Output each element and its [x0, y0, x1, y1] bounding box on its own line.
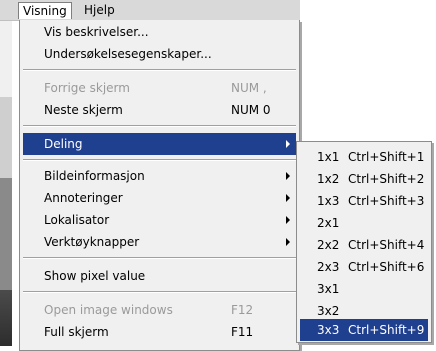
submenu-arrow-icon [286, 194, 290, 202]
layout-shortcut: Ctrl+Shift+1 [348, 150, 425, 164]
menu-item-undersokelsesegenskaper[interactable]: Undersøkelsesegenskaper... [23, 43, 296, 65]
submenu-arrow-icon [286, 140, 290, 148]
menu-bar: Visning Hjelp [0, 0, 300, 21]
layout-code: 3x1 [317, 282, 340, 296]
menu-item-label: Deling [44, 137, 83, 151]
menu-item-annoteringer[interactable]: Annoteringer [23, 187, 296, 209]
submenu-arrow-icon [286, 172, 290, 180]
layout-shortcut: Ctrl+Shift+9 [348, 323, 425, 337]
submenu-item-1x1[interactable]: 1x1 Ctrl+Shift+1 [300, 146, 428, 168]
menu-item-label: Open image windows [44, 303, 173, 317]
menu-item-label: Forrige skjerm [44, 81, 130, 95]
submenu-arrow-icon [286, 238, 290, 246]
menu-separator [23, 159, 296, 161]
menu-item-full-skjerm[interactable]: Full skjerm F11 [23, 321, 296, 343]
menu-separator [23, 291, 296, 293]
menu-item-show-pixel-value[interactable]: Show pixel value [23, 265, 296, 287]
menu-separator [23, 69, 296, 71]
menu-item-open-image-windows[interactable]: Open image windows F12 [23, 299, 296, 321]
layout-shortcut: Ctrl+Shift+6 [348, 260, 425, 274]
menu-item-shortcut: F12 [231, 303, 254, 317]
layout-code: 2x3 [317, 260, 340, 274]
layout-code: 3x3 [317, 323, 340, 337]
menu-item-shortcut: F11 [231, 325, 254, 339]
submenu-item-3x3[interactable]: 3x3 Ctrl+Shift+9 [300, 319, 428, 341]
menu-item-shortcut: NUM , [231, 81, 267, 95]
layout-code: 1x3 [317, 194, 340, 208]
menu-item-label: Undersøkelsesegenskaper... [44, 47, 212, 61]
deling-submenu: 1x1 Ctrl+Shift+1 1x2 Ctrl+Shift+2 1x3 Ct… [296, 141, 432, 343]
submenu-item-2x2[interactable]: 2x2 Ctrl+Shift+4 [300, 234, 428, 256]
visning-dropdown-menu: Vis beskrivelser... Undersøkelsesegenska… [19, 20, 300, 351]
menu-item-bildeinformasjon[interactable]: Bildeinformasjon [23, 165, 296, 187]
menu-item-forrige-skjerm[interactable]: Forrige skjerm NUM , [23, 77, 296, 99]
submenu-item-1x2[interactable]: 1x2 Ctrl+Shift+2 [300, 168, 428, 190]
background-window-left [0, 0, 12, 346]
layout-shortcut: Ctrl+Shift+2 [348, 172, 425, 186]
menu-item-label: Annoteringer [44, 191, 123, 205]
layout-code: 2x2 [317, 238, 340, 252]
submenu-item-1x3[interactable]: 1x3 Ctrl+Shift+3 [300, 190, 428, 212]
menu-item-shortcut: NUM 0 [231, 103, 271, 117]
layout-shortcut: Ctrl+Shift+4 [348, 238, 425, 252]
submenu-item-2x1[interactable]: 2x1 [300, 212, 428, 234]
layout-code: 2x1 [317, 216, 340, 230]
menu-separator [23, 257, 296, 259]
submenu-item-3x1[interactable]: 3x1 [300, 278, 428, 300]
layout-code: 1x2 [317, 172, 340, 186]
submenu-item-2x3[interactable]: 2x3 Ctrl+Shift+6 [300, 256, 428, 278]
menu-item-label: Full skjerm [44, 325, 109, 339]
menu-separator [23, 125, 296, 127]
menu-visning[interactable]: Visning [18, 2, 72, 19]
menu-item-label: Lokalisator [44, 213, 110, 227]
menu-item-label: Neste skjerm [44, 103, 123, 117]
menu-hjelp[interactable]: Hjelp [80, 2, 119, 18]
layout-code: 1x1 [317, 150, 340, 164]
layout-shortcut: Ctrl+Shift+3 [348, 194, 425, 208]
menu-item-verktoyknapper[interactable]: Verktøyknapper [23, 231, 296, 253]
menu-item-vis-beskrivelser[interactable]: Vis beskrivelser... [23, 21, 296, 43]
background-window-right [300, 0, 436, 140]
submenu-arrow-icon [286, 216, 290, 224]
menu-item-label: Bildeinformasjon [44, 169, 145, 183]
menu-item-label: Vis beskrivelser... [44, 25, 149, 39]
menu-item-neste-skjerm[interactable]: Neste skjerm NUM 0 [23, 99, 296, 121]
menu-item-label: Show pixel value [44, 269, 146, 283]
menu-item-label: Verktøyknapper [44, 235, 140, 249]
menu-item-lokalisator[interactable]: Lokalisator [23, 209, 296, 231]
menu-item-deling[interactable]: Deling [23, 133, 296, 155]
